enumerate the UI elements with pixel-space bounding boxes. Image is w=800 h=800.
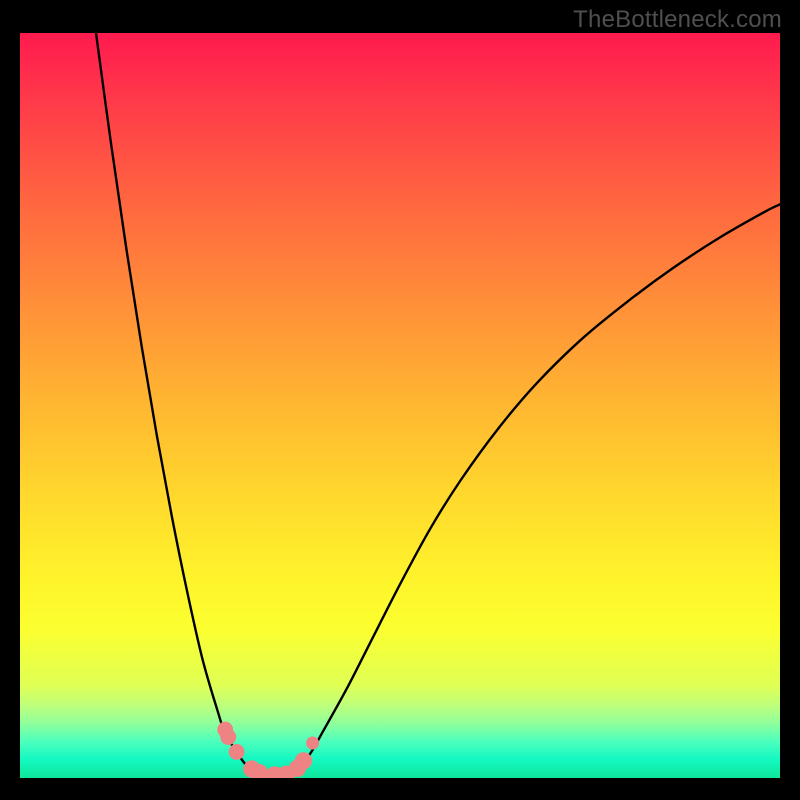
data-markers xyxy=(217,722,319,778)
chart-svg xyxy=(20,33,780,778)
chart-frame xyxy=(20,33,780,778)
data-marker xyxy=(220,729,236,745)
data-marker xyxy=(295,752,312,769)
data-marker xyxy=(229,744,245,760)
data-marker xyxy=(306,736,319,749)
bottleneck-curve xyxy=(96,33,780,777)
brand-watermark: TheBottleneck.com xyxy=(573,6,782,34)
